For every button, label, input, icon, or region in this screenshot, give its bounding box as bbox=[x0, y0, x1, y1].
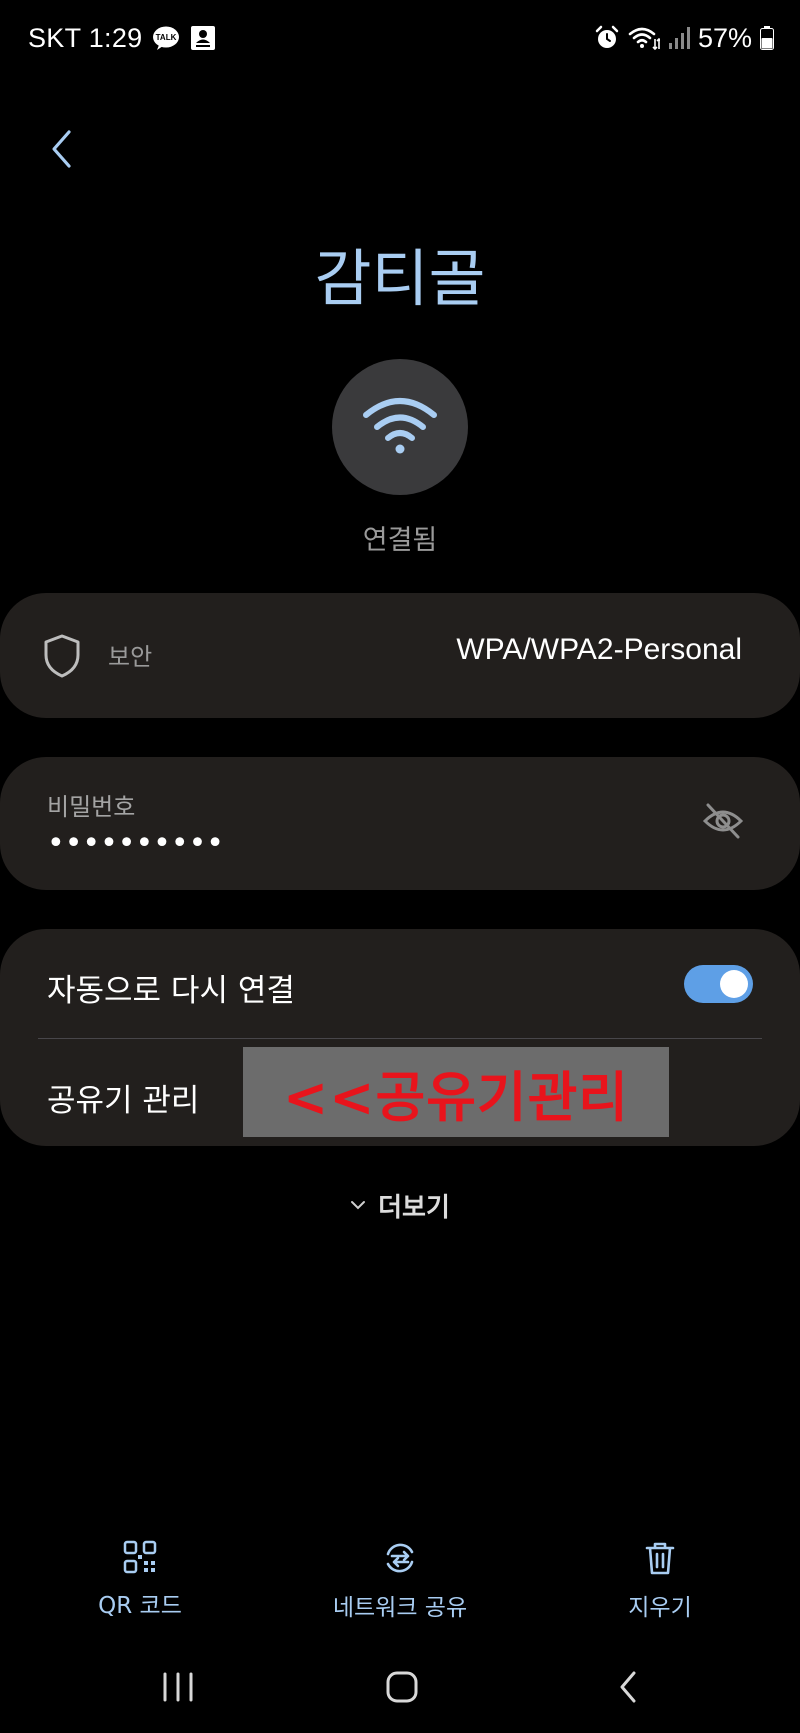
chevron-down-icon bbox=[350, 1196, 366, 1215]
password-field[interactable]: •••••••••• bbox=[47, 826, 224, 861]
connection-status: 연결됨 bbox=[362, 525, 438, 556]
home-icon bbox=[385, 1670, 419, 1708]
status-time: SKT 1:29 bbox=[28, 22, 143, 53]
router-management-label: 공유기 관리 bbox=[47, 1083, 200, 1119]
home-button[interactable] bbox=[342, 1645, 462, 1733]
talk-icon: TALK bbox=[152, 25, 180, 51]
nav-back-button[interactable] bbox=[568, 1645, 688, 1733]
qr-code-icon bbox=[123, 1540, 157, 1578]
signal-icon bbox=[668, 26, 690, 50]
password-card[interactable]: 비밀번호 •••••••••• bbox=[0, 757, 800, 890]
more-label: 더보기 bbox=[378, 1193, 450, 1223]
status-bar: SKT 1:29 TALK 57% bbox=[0, 0, 800, 76]
qr-code-label: QR 코드 bbox=[98, 1593, 182, 1619]
back-icon bbox=[617, 1670, 639, 1708]
network-name: 감티골 bbox=[314, 242, 486, 315]
share-network-button[interactable]: 네트워크 공유 bbox=[300, 1540, 500, 1622]
delete-label: 지우기 bbox=[628, 1595, 692, 1621]
annotation-text: <<공유기관리 bbox=[283, 1065, 629, 1129]
security-label: 보안 bbox=[108, 643, 153, 671]
contact-card-icon bbox=[190, 25, 216, 51]
share-network-icon bbox=[382, 1540, 418, 1580]
recent-apps-icon bbox=[161, 1672, 195, 1706]
annotation-label: <<공유기관리 bbox=[243, 1047, 669, 1137]
toggle-knob bbox=[720, 970, 748, 998]
wifi-icon bbox=[628, 25, 660, 51]
security-card: 보안 WPA/WPA2-Personal bbox=[0, 593, 800, 718]
more-button[interactable]: 더보기 bbox=[0, 1187, 800, 1224]
auto-reconnect-row[interactable]: 자동으로 다시 연결 bbox=[0, 929, 800, 1037]
recent-apps-button[interactable] bbox=[118, 1645, 238, 1733]
trash-icon bbox=[644, 1540, 676, 1580]
delete-button[interactable]: 지우기 bbox=[560, 1540, 760, 1622]
security-value: WPA/WPA2-Personal bbox=[456, 633, 742, 666]
chevron-left-icon bbox=[49, 129, 75, 173]
alarm-icon bbox=[594, 25, 620, 51]
wifi-icon bbox=[361, 395, 439, 459]
battery-icon bbox=[760, 26, 774, 50]
connection-icon-badge bbox=[332, 359, 468, 495]
shield-icon bbox=[42, 633, 82, 683]
battery-percent: 57% bbox=[697, 22, 752, 53]
bottom-action-bar: QR 코드 네트워크 공유 지우기 bbox=[0, 1540, 800, 1630]
svg-text:TALK: TALK bbox=[156, 33, 177, 42]
password-label: 비밀번호 bbox=[47, 793, 136, 821]
eye-off-icon[interactable] bbox=[702, 801, 744, 845]
qr-code-button[interactable]: QR 코드 bbox=[40, 1540, 240, 1620]
auto-reconnect-label: 자동으로 다시 연결 bbox=[47, 973, 295, 1009]
share-network-label: 네트워크 공유 bbox=[332, 1595, 468, 1621]
auto-reconnect-toggle[interactable] bbox=[684, 965, 753, 1003]
back-button[interactable] bbox=[40, 126, 84, 176]
system-navigation-bar bbox=[0, 1645, 800, 1733]
